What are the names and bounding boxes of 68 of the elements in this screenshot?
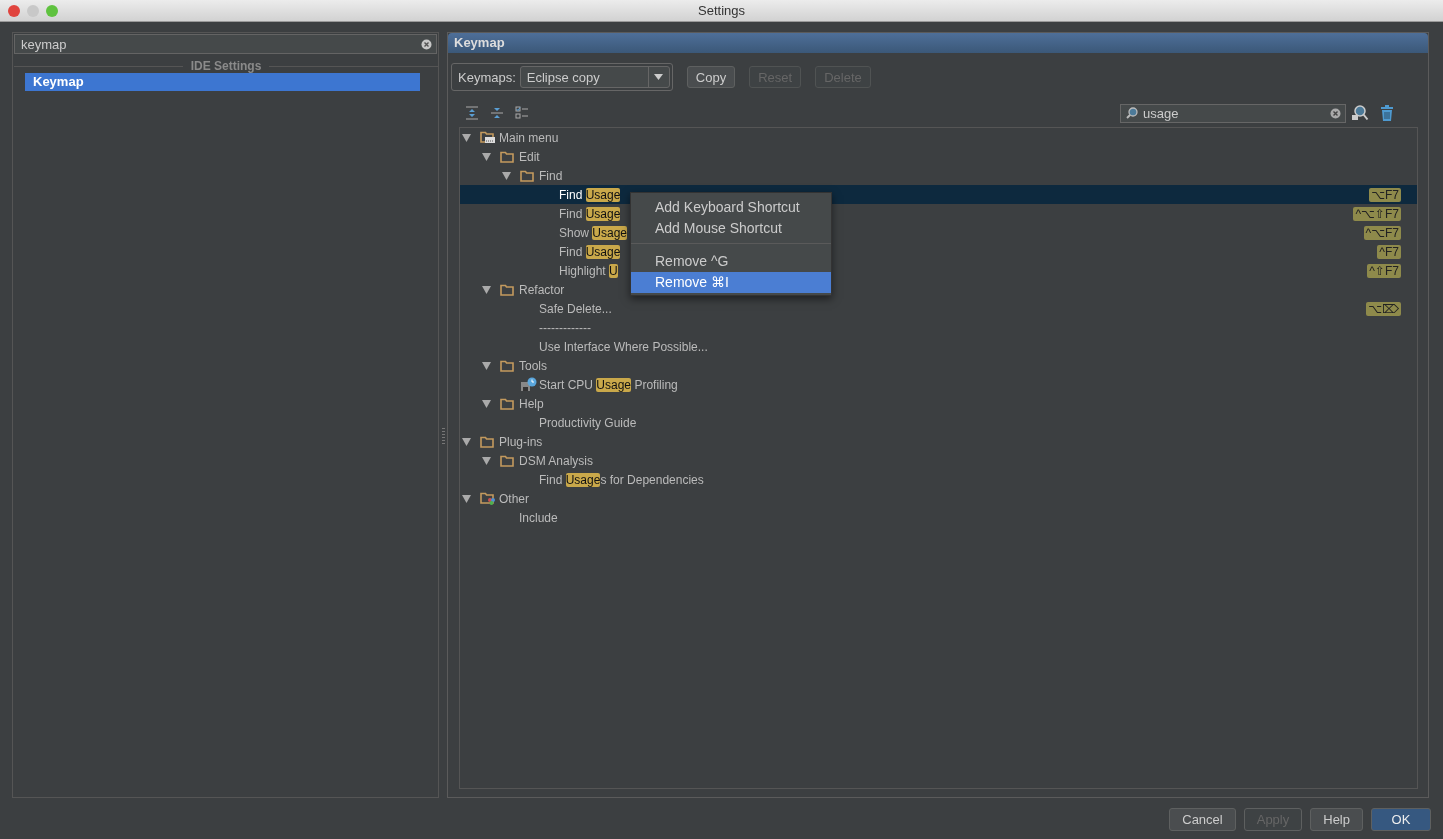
shortcut-badge: ⌥F7 (1369, 187, 1401, 202)
shortcut-badge: ⌥⌦ (1366, 301, 1401, 316)
checklist-icon[interactable] (515, 106, 529, 120)
tree-item-label[interactable]: Find Usages for Dependencies (539, 472, 704, 487)
expand-all-icon[interactable] (465, 106, 479, 120)
shortcut-badge: ^⌥F7 (1363, 225, 1401, 240)
menu-item[interactable]: Remove ⌘I (631, 272, 831, 293)
tree-item-label[interactable]: Main menu (499, 130, 559, 145)
menu-item[interactable]: Remove ^G (631, 251, 831, 272)
expand-arrow-icon[interactable] (462, 133, 471, 142)
dialog-button[interactable]: Help (1310, 808, 1363, 831)
tree-item-label[interactable]: Other (499, 491, 529, 506)
tree-item-label[interactable]: Productivity Guide (539, 415, 637, 430)
trash-icon[interactable] (1380, 105, 1394, 121)
clear-icon[interactable] (421, 38, 432, 50)
shortcut-badge: ^⌥⇧F7 (1353, 206, 1401, 221)
tree-item-label[interactable]: Include (519, 510, 558, 525)
tree-item-label[interactable]: DSM Analysis (519, 453, 594, 468)
collapse-all-icon[interactable] (490, 106, 504, 120)
expand-arrow-icon[interactable] (462, 494, 471, 503)
section-heading: IDE Settings (190, 59, 262, 73)
find-shortcut-icon[interactable] (1351, 105, 1369, 121)
tree-item-label[interactable]: Find (539, 168, 563, 183)
folder-icon (500, 283, 514, 296)
search-field[interactable]: keymap (14, 34, 437, 54)
clear-icon[interactable] (1330, 107, 1341, 119)
dialog-button[interactable]: OK (1371, 808, 1431, 831)
tree-item-label[interactable]: Use Interface Where Possible... (539, 339, 708, 354)
tree-item-label[interactable]: Start CPU Usage Profiling (539, 377, 678, 392)
expand-arrow-icon[interactable] (462, 437, 471, 446)
keymaps-label: Keymaps: (458, 69, 516, 85)
shortcut-badge: ^⇧F7 (1367, 263, 1401, 278)
expand-arrow-icon[interactable] (482, 152, 491, 161)
close-button[interactable] (8, 4, 20, 17)
folder-icon (500, 397, 514, 410)
menu-item[interactable]: Add Mouse Shortcut (631, 218, 831, 239)
caret-icon (654, 74, 664, 80)
shortcut-badge: ^F7 (1377, 244, 1401, 259)
splitter-handle[interactable] (441, 427, 445, 444)
search-icon (1125, 106, 1139, 120)
tree-item-label[interactable]: Help (519, 396, 544, 411)
expand-arrow-icon[interactable] (482, 285, 491, 294)
expand-arrow-icon[interactable] (482, 361, 491, 370)
tree-item-label[interactable]: ------------- (539, 320, 591, 335)
tree-item-label[interactable]: Highlight U (559, 263, 618, 278)
window-title: Settings (698, 3, 745, 18)
toolbar-button[interactable]: Copy (686, 66, 736, 88)
expand-arrow-icon[interactable] (482, 456, 491, 465)
folder-icon (520, 169, 534, 182)
tree-item-label[interactable]: Refactor (519, 282, 565, 297)
tree-item-label[interactable]: Edit (519, 149, 540, 164)
keymap-dropdown[interactable]: Eclipse copy (519, 66, 670, 88)
expand-arrow-icon[interactable] (482, 399, 491, 408)
tree-item-label[interactable]: Plug-ins (499, 434, 543, 449)
sidebar-item[interactable]: Keymap (25, 73, 420, 91)
menu-folder-icon (480, 131, 496, 144)
expand-arrow-icon[interactable] (502, 171, 511, 180)
filter-field[interactable]: usage (1120, 103, 1346, 123)
panel-title: Keymap (448, 33, 1428, 53)
profiler-icon (520, 377, 537, 392)
folder-icon (480, 435, 494, 448)
folder-icon (500, 150, 514, 163)
folder-icon (480, 492, 496, 505)
folder-icon (500, 454, 514, 467)
folder-icon (500, 359, 514, 372)
dialog-button[interactable]: Cancel (1169, 808, 1236, 831)
tree-item-label[interactable]: Safe Delete... (539, 301, 612, 316)
tree-item-label[interactable]: Tools (519, 358, 547, 373)
